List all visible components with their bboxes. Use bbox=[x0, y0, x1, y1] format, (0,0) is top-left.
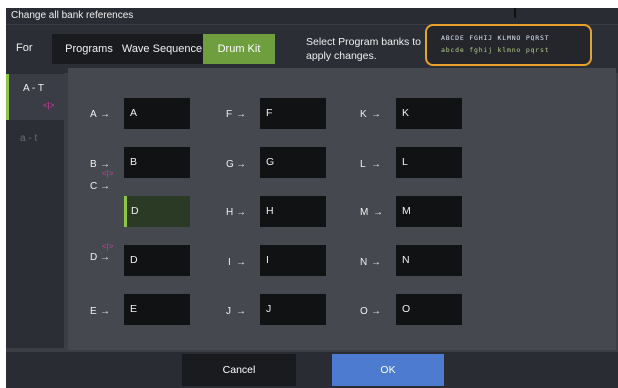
mapping-source-label: L bbox=[360, 159, 366, 170]
dialog-footer: Cancel OK bbox=[6, 352, 618, 388]
mapping-field-f[interactable]: F bbox=[260, 98, 326, 129]
mapping-source-label: I bbox=[228, 257, 231, 268]
mapping-source-label: B bbox=[90, 159, 97, 170]
mapping-source-label: G bbox=[226, 159, 234, 170]
arrow-icon: → bbox=[100, 306, 110, 317]
for-label: For bbox=[16, 42, 33, 54]
tab-programs[interactable]: Programs bbox=[52, 34, 126, 64]
mapping-field-c[interactable]: D bbox=[124, 196, 190, 227]
mapping-source-label: J bbox=[226, 306, 231, 317]
arrow-icon: → bbox=[371, 257, 381, 268]
mapping-field-j[interactable]: J bbox=[260, 294, 326, 325]
mapping-source-label: E bbox=[90, 306, 97, 317]
bank-selector[interactable]: ABCDE FGHIJ KLMNO PQRST abcde fghij klmn… bbox=[425, 24, 592, 66]
arrow-icon: → bbox=[100, 109, 110, 120]
mapping-field-b[interactable]: B bbox=[124, 147, 190, 178]
mapping-field-l[interactable]: L bbox=[396, 147, 462, 178]
dialog-title: Change all bank references bbox=[6, 8, 618, 24]
arrow-icon: → bbox=[371, 159, 381, 170]
mapping-source-label: D bbox=[90, 252, 98, 263]
arrow-icon: → bbox=[100, 181, 110, 192]
edit-marker-icon: <|> bbox=[43, 101, 55, 110]
bank-range-sidebar: A - T <|> a - t bbox=[6, 68, 64, 348]
mapping-field-n[interactable]: N bbox=[396, 245, 462, 276]
bank-mapping-grid: A → A B → B <|> C → D <|> D → D E → E F … bbox=[68, 68, 616, 350]
mapping-field-h[interactable]: H bbox=[260, 196, 326, 227]
mapping-field-d[interactable]: D bbox=[124, 245, 190, 276]
arrow-icon: → bbox=[371, 109, 381, 120]
edit-marker-icon: <|> bbox=[102, 169, 114, 178]
arrow-icon: → bbox=[236, 109, 246, 120]
arrow-icon: → bbox=[236, 306, 246, 317]
arrow-icon: → bbox=[236, 257, 246, 268]
mapping-source-label: F bbox=[226, 109, 233, 120]
side-tab-lower-a-t[interactable]: a - t bbox=[6, 124, 64, 170]
arrow-icon: → bbox=[100, 252, 110, 263]
change-bank-references-dialog: Change all bank references For Programs … bbox=[6, 8, 618, 388]
mapping-source-label: A bbox=[90, 109, 97, 120]
cancel-button[interactable]: Cancel bbox=[182, 354, 296, 386]
bank-selector-pointer bbox=[514, 8, 516, 18]
bank-upper-row[interactable]: ABCDE FGHIJ KLMNO PQRST bbox=[441, 34, 549, 42]
arrow-icon: → bbox=[236, 207, 246, 218]
mapping-field-g[interactable]: G bbox=[260, 147, 326, 178]
mapping-field-m[interactable]: M bbox=[396, 196, 462, 227]
arrow-icon: → bbox=[373, 207, 383, 218]
arrow-icon: → bbox=[371, 306, 381, 317]
edit-marker-icon: <|> bbox=[102, 242, 114, 251]
mapping-source-label: K bbox=[360, 109, 367, 120]
side-tab-a-t-label: A - T bbox=[23, 83, 44, 94]
instruction-text: Select Program banks to apply changes. bbox=[306, 36, 421, 62]
mapping-field-k[interactable]: K bbox=[396, 98, 462, 129]
mapping-source-label: M bbox=[360, 207, 369, 218]
side-tab-lower-a-t-label: a - t bbox=[20, 133, 38, 144]
mapping-source-label: O bbox=[360, 306, 368, 317]
mapping-field-o[interactable]: O bbox=[396, 294, 462, 325]
mapping-source-label: N bbox=[360, 257, 368, 268]
side-tab-a-t[interactable]: A - T <|> bbox=[6, 74, 64, 120]
mapping-field-e[interactable]: E bbox=[124, 294, 190, 325]
arrow-icon: → bbox=[236, 159, 246, 170]
mapping-source-label: C bbox=[90, 181, 98, 192]
mapping-source-label: H bbox=[226, 207, 234, 218]
mapping-field-i[interactable]: I bbox=[260, 245, 326, 276]
tab-wave-sequence[interactable]: Wave Sequence bbox=[118, 34, 206, 64]
tab-drum-kit[interactable]: Drum Kit bbox=[203, 34, 275, 64]
mapping-field-a[interactable]: A bbox=[124, 98, 190, 129]
bank-lower-row[interactable]: abcde fghij klmno pqrst bbox=[441, 46, 549, 54]
ok-button[interactable]: OK bbox=[332, 354, 444, 386]
